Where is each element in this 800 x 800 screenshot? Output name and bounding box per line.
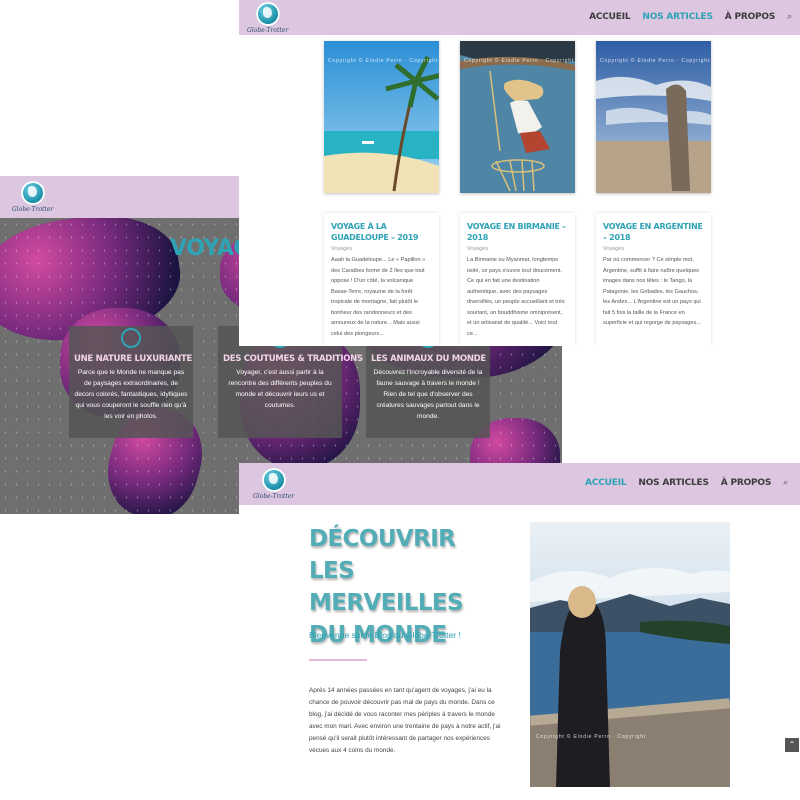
feature-text: Découvrez l'incroyable diversité de la f…	[373, 369, 483, 420]
article-card[interactable]: VOYAGE À LA GUADELOUPE – 2019 Voyages Aa…	[324, 213, 439, 346]
globe-icon	[20, 181, 45, 205]
article-thumb-birmanie[interactable]: Copyright © Elodie Perro · Copyright	[460, 41, 575, 193]
photo-watermark: Copyright © Elodie Perro · Copyright	[536, 734, 647, 740]
globe-icon	[255, 1, 280, 26]
logo-wordmark: Globe-Trotter	[253, 493, 295, 500]
feature-text: Parce que le Monde ne manque pas de pays…	[74, 369, 188, 420]
article-category[interactable]: Voyages	[603, 246, 704, 252]
article-category[interactable]: Voyages	[331, 246, 432, 252]
compass-icon	[121, 328, 141, 348]
article-category[interactable]: Voyages	[467, 246, 568, 252]
feature-title: UNE NATURE LUXURIANTE	[74, 354, 193, 364]
feature-title: LES ANIMAUX DU MONDE	[371, 354, 486, 364]
feature-text: Voyager, c'est aussi partir à la rencont…	[228, 369, 332, 409]
article-excerpt: Par où commencer ? Ce simple mot, Argent…	[603, 257, 701, 326]
divider	[309, 659, 367, 661]
site-header: Globe-Trotter ACCUEIL NOS ARTICLES À PRO…	[239, 0, 800, 35]
author-photo: Copyright © Elodie Perro · Copyright	[530, 522, 730, 787]
article-excerpt: Aaah la Guadeloupe... Le « Papillon » de…	[331, 257, 426, 337]
feature-card-nature: UNE NATURE LUXURIANTE Parce que le Monde…	[69, 326, 193, 438]
about-page-panel: Globe-Trotter ACCUEIL NOS ARTICLES À PRO…	[239, 463, 800, 800]
article-title[interactable]: VOYAGE EN BIRMANIE – 2018	[467, 221, 568, 243]
main-nav: ACCUEIL NOS ARTICLES À PROPOS ⌕	[585, 478, 788, 488]
page-subtitle: Bienvenue sur le Blog du Globe-Trotter !	[309, 630, 461, 640]
search-icon[interactable]: ⌕	[787, 12, 792, 22]
main-nav: ACCUEIL NOS ARTICLES À PROPOS ⌕	[589, 12, 792, 22]
globe-icon	[261, 468, 286, 492]
nav-articles[interactable]: NOS ARTICLES	[642, 12, 713, 22]
screenshot-collage: Globe-Trotter VOYAGE UNE NATURE LUXURIAN…	[0, 0, 800, 800]
article-title[interactable]: VOYAGE À LA GUADELOUPE – 2019	[331, 221, 432, 243]
nav-home[interactable]: ACCUEIL	[585, 478, 627, 488]
site-logo[interactable]: Globe-Trotter	[12, 181, 53, 213]
intro-text: Après 14 années passées en tant qu'agent…	[309, 687, 501, 754]
photo-watermark: Copyright © Elodie Perro · Copyright	[464, 58, 575, 64]
nav-home[interactable]: ACCUEIL	[589, 12, 631, 22]
nav-articles[interactable]: NOS ARTICLES	[638, 478, 709, 488]
article-card[interactable]: VOYAGE EN ARGENTINE – 2018 Voyages Par o…	[596, 213, 711, 346]
article-card[interactable]: VOYAGE EN BIRMANIE – 2018 Voyages La Bir…	[460, 213, 575, 346]
article-title[interactable]: VOYAGE EN ARGENTINE – 2018	[603, 221, 704, 243]
photo-watermark: Copyright © Elodie Perro · Copyright	[328, 58, 439, 64]
site-header: Globe-Trotter ACCUEIL NOS ARTICLES À PRO…	[239, 463, 800, 505]
logo-wordmark: Globe-Trotter	[247, 26, 289, 34]
site-logo[interactable]: Globe-Trotter	[253, 468, 294, 500]
article-excerpt: La Birmanie ou Myanmar, longtemps isolé,…	[467, 257, 565, 337]
article-thumb-guadeloupe[interactable]: Copyright © Elodie Perro · Copyright	[324, 41, 439, 193]
article-thumb-argentine[interactable]: Copyright © Elodie Perro · Copyright	[596, 41, 711, 193]
feature-title: DES COUTUMES & TRADITIONS	[223, 354, 363, 364]
nav-about[interactable]: À PROPOS	[721, 478, 772, 488]
search-icon[interactable]: ⌕	[783, 478, 788, 488]
photo-watermark: Copyright © Elodie Perro · Copyright	[600, 58, 711, 64]
nav-about[interactable]: À PROPOS	[725, 12, 776, 22]
site-logo[interactable]: Globe-Trotter	[247, 1, 289, 34]
scroll-to-top-button[interactable]: ⌃	[785, 738, 799, 752]
logo-wordmark: Globe-Trotter	[12, 206, 54, 213]
articles-page-panel: Globe-Trotter ACCUEIL NOS ARTICLES À PRO…	[239, 0, 800, 346]
